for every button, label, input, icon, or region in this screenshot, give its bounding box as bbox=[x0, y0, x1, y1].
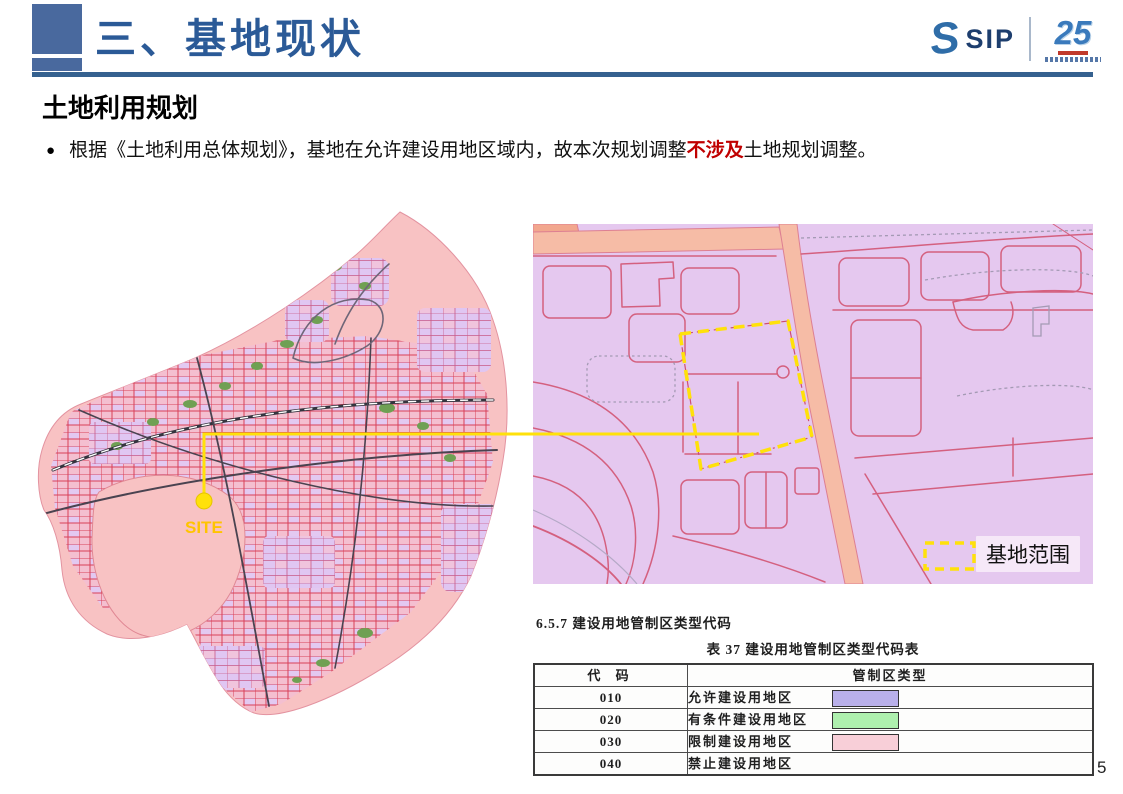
type-label: 限制建设用地区 bbox=[688, 734, 793, 749]
code-value: 040 bbox=[534, 753, 688, 776]
page-number: 5 bbox=[1097, 758, 1106, 778]
title-bar-decoration bbox=[32, 58, 82, 71]
color-swatch bbox=[832, 712, 899, 729]
type-value: 禁止建设用地区 bbox=[688, 753, 1094, 776]
code-value: 020 bbox=[534, 709, 688, 731]
type-label: 允许建设用地区 bbox=[688, 690, 793, 705]
control-zone-code-table-block: 6.5.7 建设用地管制区类型代码 表 37 建设用地管制区类型代码表 代 码 … bbox=[533, 612, 1093, 776]
site-zoom-map bbox=[533, 224, 1093, 584]
color-swatch bbox=[832, 734, 899, 751]
anniversary-25-number: 25 bbox=[1055, 16, 1092, 49]
bullet-text-pre: 根据《土地利用总体规划》，基地在允许建设用地区域内，故本次规划调整 bbox=[69, 140, 687, 161]
table-row: 020 有条件建设用地区 bbox=[534, 709, 1093, 731]
column-header-code: 代 码 bbox=[534, 664, 688, 687]
title-rule bbox=[32, 72, 1093, 77]
type-value: 限制建设用地区 bbox=[688, 731, 1094, 753]
type-value: 允许建设用地区 bbox=[688, 687, 1094, 709]
land-use-overview-map bbox=[35, 208, 515, 718]
type-value: 有条件建设用地区 bbox=[688, 709, 1094, 731]
anniversary-red-mark bbox=[1058, 51, 1088, 55]
bullet-text: 根据《土地利用总体规划》，基地在允许建设用地区域内，故本次规划调整不涉及土地规划… bbox=[69, 138, 877, 164]
table-section-heading: 6.5.7 建设用地管制区类型代码 bbox=[536, 612, 1093, 632]
section-subtitle: 土地利用规划 bbox=[42, 88, 198, 125]
code-value: 030 bbox=[534, 731, 688, 753]
bullet-marker: ● bbox=[46, 138, 55, 164]
table-header-row: 代 码 管制区类型 bbox=[534, 664, 1093, 687]
logo-divider bbox=[1029, 17, 1031, 61]
type-label: 禁止建设用地区 bbox=[688, 756, 793, 771]
table-row: 010 允许建设用地区 bbox=[534, 687, 1093, 709]
legend-label: 基地范围 bbox=[976, 536, 1080, 572]
type-label: 有条件建设用地区 bbox=[688, 712, 808, 727]
control-zone-code-table: 代 码 管制区类型 010 允许建设用地区 020 有条件建设用地区 030 限… bbox=[533, 663, 1094, 776]
table-caption: 表 37 建设用地管制区类型代码表 bbox=[533, 638, 1093, 658]
bullet-text-post: 土地规划调整。 bbox=[744, 140, 877, 161]
sip-logo: S SIP 25 bbox=[930, 16, 1101, 62]
sip-swoosh-icon: S bbox=[928, 18, 961, 61]
anniversary-caption-mark bbox=[1045, 57, 1101, 62]
bullet-text-highlight: 不涉及 bbox=[687, 140, 744, 161]
page-title: 三、基地现状 bbox=[95, 5, 365, 65]
table-row: 040 禁止建设用地区 bbox=[534, 753, 1093, 776]
bullet-item: ● 根据《土地利用总体规划》，基地在允许建设用地区域内，故本次规划调整不涉及土地… bbox=[46, 138, 1086, 164]
column-header-type: 管制区类型 bbox=[688, 664, 1094, 687]
slide: 三、基地现状 S SIP 25 土地利用规划 ● 根据《土地利用总体规划》，基地… bbox=[0, 0, 1123, 794]
title-square-decoration bbox=[32, 4, 82, 54]
sip-logo-text: SIP bbox=[965, 24, 1015, 55]
color-swatch bbox=[832, 690, 899, 707]
anniversary-25-logo: 25 bbox=[1045, 16, 1101, 62]
table-row: 030 限制建设用地区 bbox=[534, 731, 1093, 753]
code-value: 010 bbox=[534, 687, 688, 709]
